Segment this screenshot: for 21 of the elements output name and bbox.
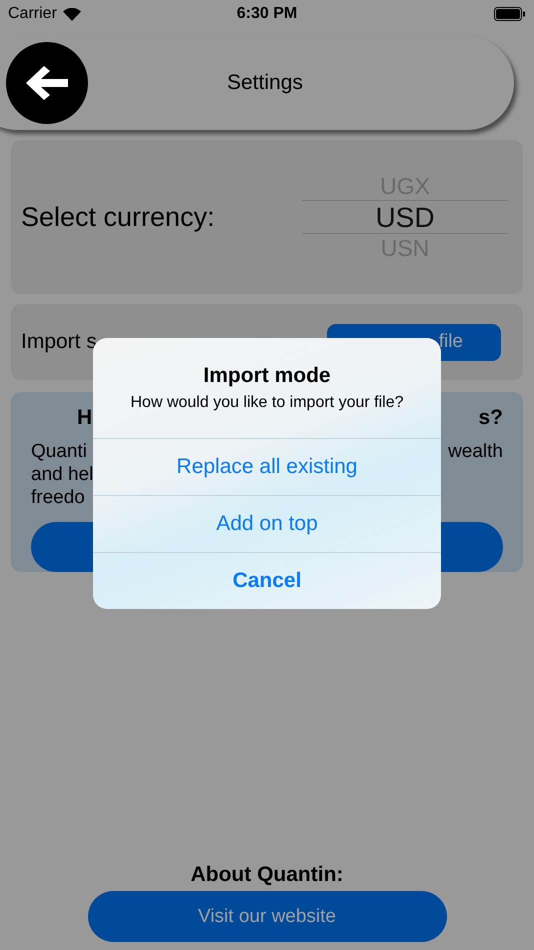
battery-icon: [494, 7, 526, 21]
page-title: Settings: [227, 71, 303, 95]
picker-option[interactable]: USD: [302, 200, 508, 234]
visit-website-button[interactable]: Visit our website: [88, 891, 446, 942]
about-heading: About Quantin:: [190, 863, 344, 887]
dialog-message: How would you like to import your file?: [130, 394, 404, 412]
dialog-title: Import mode: [203, 364, 331, 388]
dialog-action-button[interactable]: Cancel: [93, 552, 441, 609]
status-time: 6:30 PM: [236, 5, 298, 23]
info-heading: s?: [478, 406, 503, 429]
dialog-action-button[interactable]: Add on top: [93, 495, 441, 552]
info-heading: H: [77, 406, 92, 429]
left-arrow-icon: [24, 64, 70, 102]
currency-label: Select currency:: [21, 202, 215, 232]
carrier-label: Carrier: [8, 5, 57, 23]
wifi-icon: [62, 8, 81, 20]
info-text: wealth: [448, 440, 503, 463]
info-text: and hel: [31, 462, 94, 486]
info-text: Quanti: [31, 440, 87, 463]
dialog-action-button[interactable]: Replace all existing: [93, 438, 441, 495]
info-text: freedo: [31, 486, 85, 509]
